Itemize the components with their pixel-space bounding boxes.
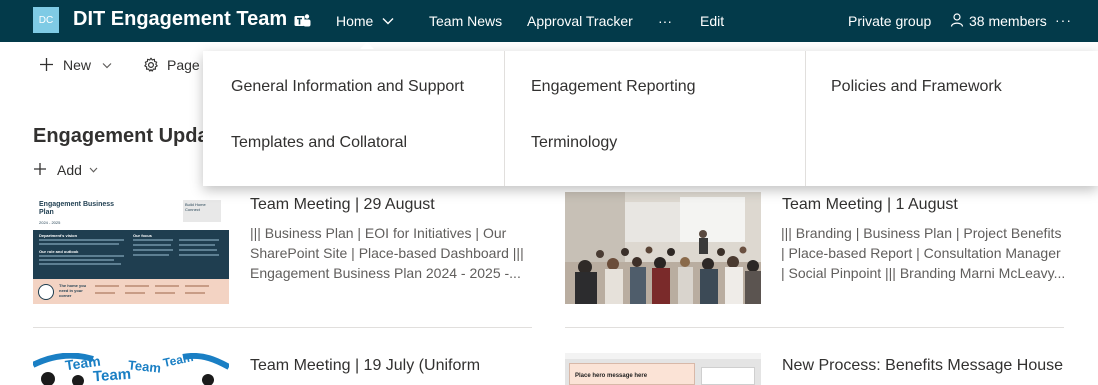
- thumb-focus: Our focus: [133, 233, 152, 238]
- thumb-goal: Our role and outlook: [39, 249, 79, 254]
- thumb-vision: Department's vision: [39, 233, 78, 238]
- nav-approval-tracker[interactable]: Approval Tracker: [527, 13, 633, 29]
- news-title[interactable]: Team Meeting | 19 July (Uniform: [250, 357, 480, 375]
- menu-link-templates[interactable]: Templates and Collatoral: [231, 134, 407, 152]
- thumb-years: 2024 - 2025: [39, 220, 61, 225]
- home-mega-menu: General Information and Support Template…: [203, 51, 1098, 186]
- news-thumbnail[interactable]: [565, 192, 761, 304]
- divider: [33, 327, 532, 328]
- news-title[interactable]: New Process: Benefits Message House: [782, 357, 1063, 375]
- news-title[interactable]: Team Meeting | 1 August: [782, 196, 958, 214]
- menu-link-general-information[interactable]: General Information and Support: [231, 78, 464, 96]
- divider: [565, 327, 1064, 328]
- members-count[interactable]: 38 members: [969, 13, 1047, 29]
- nav-more[interactable]: ···: [658, 13, 672, 29]
- thumb-word: Team: [92, 365, 132, 385]
- column-divider: [805, 51, 806, 186]
- plus-icon[interactable]: [39, 57, 54, 72]
- new-button[interactable]: New: [63, 57, 91, 73]
- nav-edit[interactable]: Edit: [700, 13, 724, 29]
- menu-link-terminology[interactable]: Terminology: [531, 134, 617, 152]
- gear-icon[interactable]: [143, 57, 159, 73]
- thumb-tagline: Build Home Connect: [183, 200, 221, 222]
- menu-pointer-icon: [360, 42, 374, 49]
- news-thumbnail[interactable]: Engagement Business Plan 2024 - 2025 Bui…: [33, 192, 229, 304]
- column-divider: [504, 51, 505, 186]
- plus-icon[interactable]: [33, 162, 47, 176]
- site-title[interactable]: DIT Engagement Team: [73, 8, 287, 31]
- news-description: ||| Branding | Business Plan | Project B…: [781, 225, 1066, 281]
- person-icon[interactable]: [950, 13, 964, 27]
- thumb-message: Place hero message here: [575, 373, 648, 379]
- news-thumbnail[interactable]: Place hero message here: [565, 353, 761, 385]
- news-description: ||| Business Plan | EOI for Initiatives …: [250, 225, 524, 281]
- chevron-down-icon[interactable]: [89, 167, 98, 173]
- section-title: Engagement Updat: [33, 125, 216, 147]
- chevron-down-icon[interactable]: [382, 17, 394, 25]
- menu-link-policies[interactable]: Policies and Framework: [831, 78, 1002, 96]
- chevron-down-icon[interactable]: [102, 62, 112, 69]
- news-thumbnail[interactable]: Team Team Team Team: [33, 353, 229, 385]
- nav-team-news[interactable]: Team News: [429, 13, 502, 29]
- menu-link-engagement-reporting[interactable]: Engagement Reporting: [531, 78, 696, 96]
- meeting-photo: [565, 192, 761, 304]
- privacy-label: Private group: [848, 13, 932, 29]
- news-title[interactable]: Team Meeting | 29 August: [250, 196, 435, 214]
- suite-header: DC DIT Engagement Team Home Team News Ap…: [0, 0, 1098, 42]
- site-logo[interactable]: DC: [33, 7, 59, 33]
- thumb-heading: Engagement Business Plan: [39, 201, 115, 216]
- thumb-footer: The home you need in your corner: [59, 283, 87, 298]
- teams-icon[interactable]: [294, 13, 311, 29]
- add-button[interactable]: Add: [57, 162, 82, 178]
- more-options-icon[interactable]: ···: [1055, 12, 1072, 28]
- nav-home[interactable]: Home: [336, 13, 373, 29]
